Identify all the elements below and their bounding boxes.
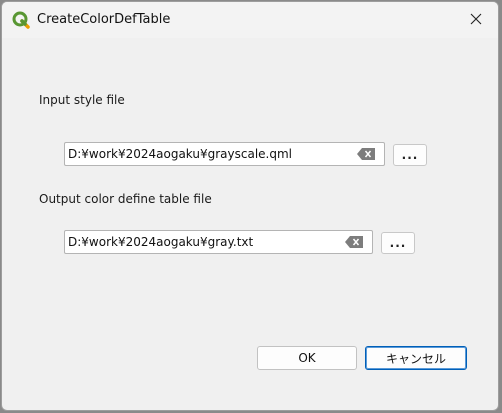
cancel-button[interactable]: キャンセル: [365, 346, 467, 370]
output-table-label: Output color define table file: [39, 192, 212, 206]
input-style-input[interactable]: [65, 143, 361, 165]
dialog-window: CreateColorDefTable Input style file ...…: [1, 1, 499, 411]
input-style-label: Input style file: [39, 93, 125, 107]
close-button[interactable]: [454, 2, 498, 36]
title-bar[interactable]: CreateColorDefTable: [2, 2, 498, 38]
input-style-browse-button[interactable]: ...: [393, 144, 427, 166]
window-title: CreateColorDefTable: [37, 12, 171, 27]
output-table-browse-button[interactable]: ...: [381, 232, 415, 254]
clear-text-icon[interactable]: [345, 236, 363, 248]
close-icon: [470, 13, 482, 25]
qgis-logo-icon: [12, 11, 30, 29]
ok-button[interactable]: OK: [257, 346, 357, 370]
output-table-field[interactable]: [64, 230, 373, 254]
clear-text-icon[interactable]: [357, 148, 375, 160]
input-style-field[interactable]: [64, 142, 385, 166]
output-table-input[interactable]: [65, 231, 349, 253]
